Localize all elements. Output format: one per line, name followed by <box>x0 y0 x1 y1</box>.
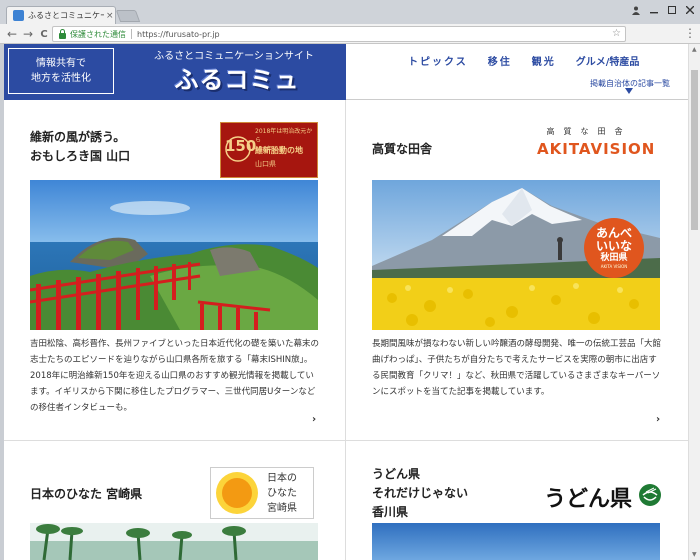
bookmark-star-icon[interactable]: ☆ <box>612 28 621 39</box>
udon-bowl-icon <box>639 484 661 506</box>
hinata-badge-text: 日本の ひなた 宮崎県 <box>267 471 297 516</box>
page-viewport: 情報共有で 地方を活性化 ふるさとコミュニケーションサイト ふるコミュ トピック… <box>4 44 688 560</box>
kagawa-sky-image <box>372 523 660 560</box>
chevron-right-icon[interactable]: › <box>312 414 316 425</box>
mission-button[interactable]: 情報共有で 地方を活性化 <box>8 48 114 94</box>
scroll-down-icon[interactable]: ▼ <box>692 551 697 558</box>
browser-titlebar: ふるさとコミュニケーシ × <box>0 0 700 24</box>
mission-line-1: 情報共有で <box>36 58 86 69</box>
card-kagawa[interactable]: うどん県 それだけじゃない 香川県 うどん県 <box>346 441 688 560</box>
badge-text-2: 維新胎動の地 <box>255 146 303 155</box>
site-favicon-icon <box>13 10 24 21</box>
card-title-line: それだけじゃない <box>372 486 469 500</box>
page-scrollbar[interactable]: ▲ ▼ <box>688 44 700 560</box>
scroll-up-icon[interactable]: ▲ <box>692 46 697 53</box>
palm-trees-image <box>30 523 318 560</box>
miyazaki-hinata-badge: 日本の ひなた 宮崎県 <box>210 467 314 519</box>
browser-toolbar: ← → C 保護された通信 https://furusato-pr.jp ☆ ⋮ <box>0 24 700 44</box>
secure-label: 保護された通信 <box>70 29 126 39</box>
lock-icon <box>59 28 66 39</box>
badge-number: 150 <box>225 137 257 155</box>
nav-gourmet[interactable]: グルメ/特産品 <box>576 53 640 68</box>
akita-vision-logo: AKITAVISION <box>537 140 656 158</box>
nav-migration[interactable]: 移住 <box>488 53 512 68</box>
chevron-right-icon[interactable]: › <box>656 414 660 425</box>
card-description: 吉田松陰、高杉晋作、長州ファイブといった日本近代化の礎を築いた幕末の志士たちのエ… <box>30 339 320 413</box>
card-title-line: 維新の風が誘う。 <box>30 130 126 144</box>
card-description: 長期間風味が損なわない新しい吟醸酒の酵母開発、唯一の伝統工芸品「大館曲げわっぱ」… <box>372 339 662 397</box>
badge-text-2: いいな <box>595 238 632 253</box>
akita-photo[interactable]: あんべ いいな 秋田県 AKITA VISION <box>372 180 660 330</box>
card-title-line: うどん県 <box>372 467 421 481</box>
hinata-line: ひなた <box>267 488 297 499</box>
card-miyazaki[interactable]: 日本のひなた 宮崎県 日本の ひなた 宮崎県 <box>4 441 345 560</box>
badge-text-1: あんべ <box>595 225 632 240</box>
card-title: 日本のひなた 宮崎県 <box>30 487 143 501</box>
profile-icon[interactable] <box>628 3 644 17</box>
akita-logo-sub: 高質な田舎 <box>546 127 632 136</box>
maximize-button[interactable] <box>664 3 680 17</box>
card-title-line: 香川県 <box>372 505 409 519</box>
site-header: 情報共有で 地方を活性化 ふるさとコミュニケーションサイト ふるコミュ トピック… <box>4 44 688 100</box>
badge-text-4: AKITA VISION <box>600 263 628 269</box>
caret-down-icon[interactable] <box>625 88 633 94</box>
badge-text-3: 山口県 <box>255 160 276 168</box>
scrollbar-thumb[interactable] <box>691 70 698 230</box>
card-title-line: おもしろき国 山口 <box>30 149 131 163</box>
tab-close-icon[interactable]: × <box>106 11 114 21</box>
hinata-line: 宮崎県 <box>267 503 297 514</box>
miyazaki-photo[interactable] <box>30 523 318 560</box>
badge-text-3: 秋田県 <box>600 252 628 263</box>
site-logo[interactable]: ふるコミュ <box>162 60 312 95</box>
reload-button[interactable]: C <box>36 26 52 42</box>
header-brand-panel: 情報共有で 地方を活性化 ふるさとコミュニケーションサイト ふるコミュ <box>4 44 346 100</box>
sun-icon <box>216 472 258 514</box>
minimize-button[interactable] <box>646 3 662 17</box>
hinata-line: 日本の <box>267 473 297 484</box>
omnibox-divider <box>131 29 132 39</box>
yamaguchi-photo[interactable] <box>30 180 318 330</box>
card-title: 維新の風が誘う。 おもしろき国 山口 <box>30 128 130 166</box>
card-akita[interactable]: 高質な田舎 高質な田舎 AKITAVISION あんべ いいな 秋田県 AKIT… <box>346 100 688 440</box>
card-yamaguchi[interactable]: 維新の風が誘う。 おもしろき国 山口 150 2018年は明治改元から 150年で… <box>4 100 345 440</box>
global-nav: トピックス 移住 観光 グルメ/特産品 <box>408 53 639 68</box>
nav-tourism[interactable]: 観光 <box>532 53 556 68</box>
new-tab-button[interactable] <box>115 10 141 22</box>
card-title: 高質な田舎 <box>372 142 433 156</box>
url-text[interactable]: https://furusato-pr.jp <box>137 30 220 39</box>
coast-torii-image <box>30 180 318 330</box>
kagawa-photo[interactable] <box>372 523 660 560</box>
mission-line-2: 地方を活性化 <box>31 73 91 84</box>
nav-topics[interactable]: トピックス <box>408 53 468 68</box>
close-window-button[interactable] <box>682 3 698 17</box>
forward-button[interactable]: → <box>20 26 36 42</box>
back-button[interactable]: ← <box>4 26 20 42</box>
udon-ken-logo: うどん県 <box>544 486 633 512</box>
article-grid: 維新の風が誘う。 おもしろき国 山口 150 2018年は明治改元から 150年で… <box>4 100 688 560</box>
address-bar[interactable]: 保護された通信 https://furusato-pr.jp ☆ <box>52 26 626 42</box>
yamaguchi-150-badge: 150 2018年は明治改元から 150年です 維新胎動の地 山口県 <box>220 122 318 178</box>
akita-anbe-badge: あんべ いいな 秋田県 AKITA VISION <box>584 218 644 278</box>
browser-tab[interactable]: ふるさとコミュニケーシ × <box>6 6 116 24</box>
card-title: うどん県 それだけじゃない 香川県 <box>372 465 468 522</box>
tab-title: ふるさとコミュニケーシ <box>28 11 104 20</box>
badge-text-1a: 2018年は明治改元から <box>255 128 313 144</box>
browser-menu-icon[interactable]: ⋮ <box>684 27 696 39</box>
